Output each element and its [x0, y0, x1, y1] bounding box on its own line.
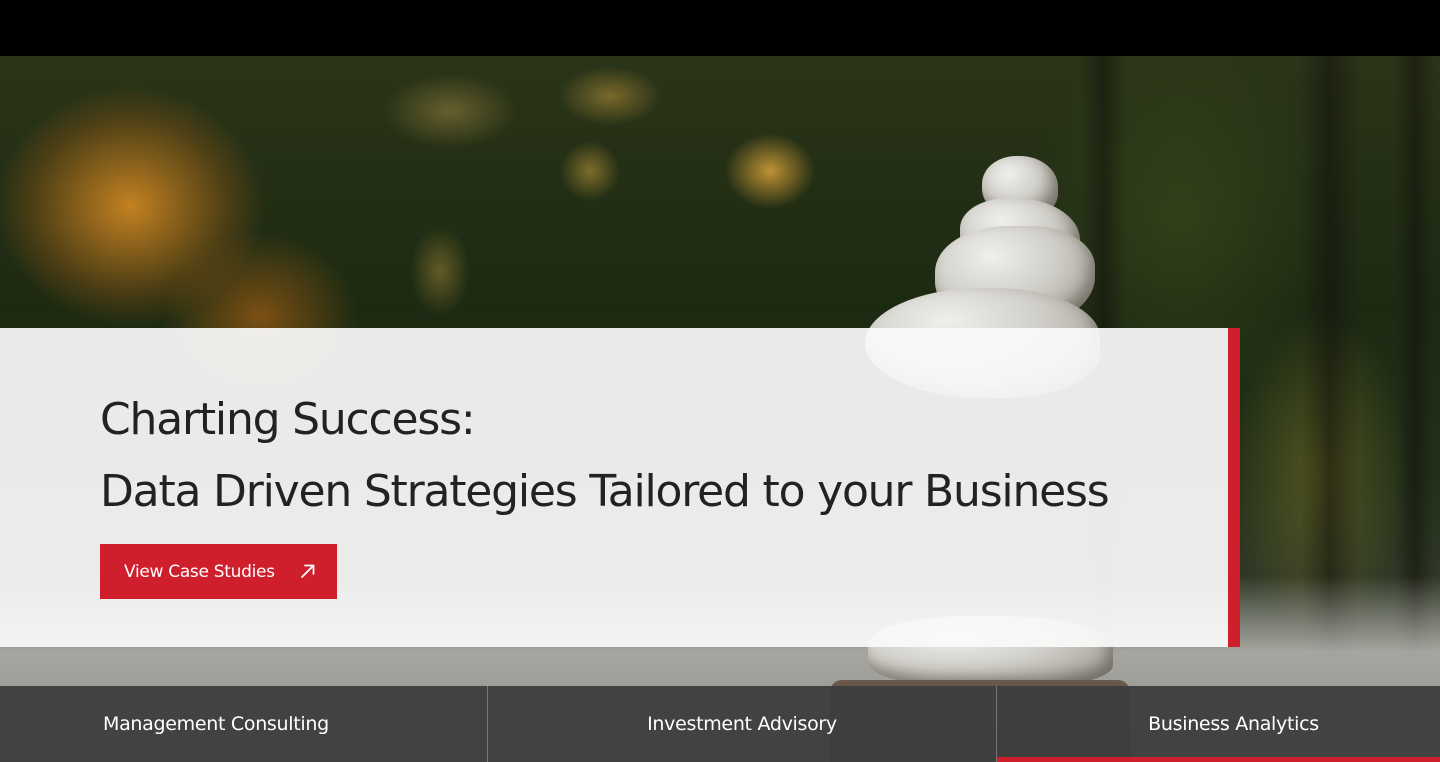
top-navigation-bar [0, 0, 1440, 56]
tab-label: Business Analytics [1148, 712, 1319, 735]
tab-investment-advisory[interactable]: Investment Advisory [488, 686, 997, 762]
arrow-up-right-icon [301, 564, 315, 578]
tree-trunk [1300, 56, 1360, 656]
page: Charting Success: Data Driven Strategies… [0, 0, 1440, 762]
view-case-studies-button[interactable]: View Case Studies [100, 544, 337, 599]
view-case-studies-label: View Case Studies [124, 561, 275, 582]
tab-label: Management Consulting [103, 712, 329, 735]
hero-headline-line-1: Charting Success: [100, 394, 476, 445]
tab-business-analytics[interactable]: Business Analytics [997, 686, 1440, 762]
tree-trunk [1395, 56, 1435, 656]
tab-management-consulting[interactable]: Management Consulting [0, 686, 488, 762]
hero-accent-bar [1228, 328, 1240, 647]
hero-headline: Charting Success: Data Driven Strategies… [100, 384, 1110, 528]
tab-label: Investment Advisory [647, 712, 837, 735]
active-tab-indicator [997, 757, 1440, 762]
service-tabs: Management Consulting Investment Advisor… [0, 686, 1440, 762]
hero-headline-line-2: Data Driven Strategies Tailored to your … [100, 466, 1110, 517]
